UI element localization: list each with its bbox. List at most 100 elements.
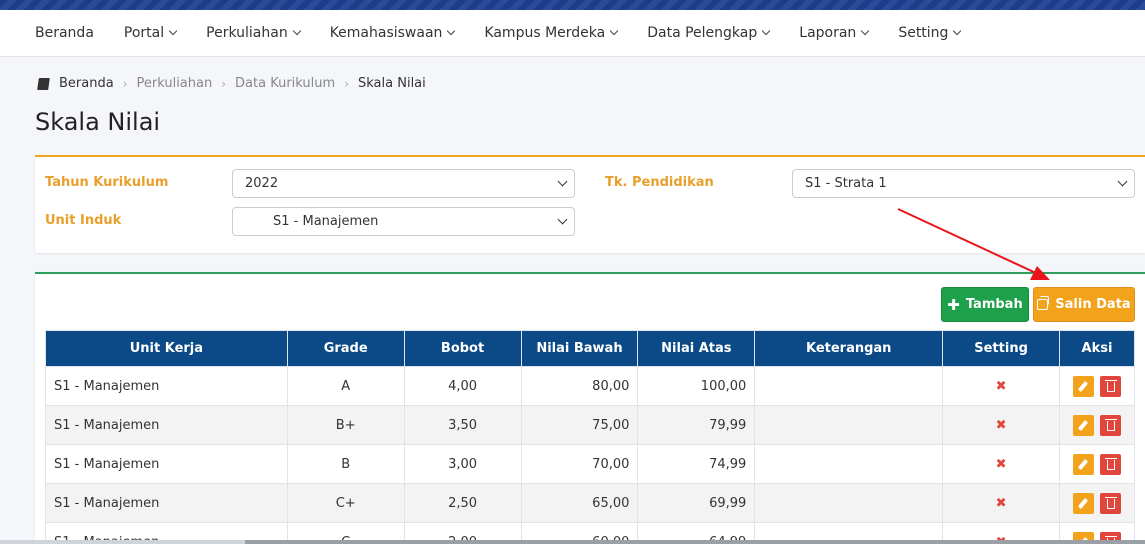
cell-keterangan [754,483,944,523]
skala-nilai-table: Unit Kerja Grade Bobot Nilai Bawah Nilai… [45,330,1135,544]
table-row: S1 - Manajemen B 3,00 70,00 74,99 ✖ [45,444,1135,484]
x-mark-icon[interactable]: ✖ [996,457,1007,472]
breadcrumb-perkuliahan[interactable]: Perkuliahan [137,76,213,91]
table-card: ✚ Tambah Salin Data Unit Kerja Grade Bob… [35,272,1145,544]
cell-unit-kerja: S1 - Manajemen [45,405,288,445]
chevron-down-icon [557,176,568,187]
x-mark-icon[interactable]: ✖ [996,379,1007,394]
table-row: S1 - Manajemen B+ 3,50 75,00 79,99 ✖ [45,405,1135,445]
unit-induk-label: Unit Induk [45,213,122,228]
edit-button[interactable] [1072,492,1094,514]
edit-button[interactable] [1072,375,1094,397]
nav-kemahasiswaan[interactable]: Kemahasiswaan [330,25,456,41]
chevron-down-icon [1117,176,1128,187]
chevron-down-icon [168,26,178,36]
cell-aksi [1059,366,1135,406]
tahun-kurikulum-select[interactable]: 2022 [232,169,575,198]
page-title: Skala Nilai [35,108,161,136]
pencil-icon [1077,380,1089,392]
horizontal-scrollbar[interactable] [0,540,1145,544]
cell-setting: ✖ [942,483,1061,523]
cell-nilai-bawah: 80,00 [520,366,639,406]
table-header-row: Unit Kerja Grade Bobot Nilai Bawah Nilai… [45,330,1135,367]
chevron-down-icon [609,26,619,36]
cell-aksi [1059,483,1135,523]
column-header-aksi: Aksi [1059,330,1135,367]
filter-card: Tahun Kurikulum 2022 Tk. Pendidikan S1 -… [35,155,1145,253]
cell-unit-kerja: S1 - Manajemen [45,483,288,523]
cell-aksi [1059,405,1135,445]
pencil-icon [1077,497,1089,509]
chevron-down-icon [953,26,962,36]
breadcrumb-separator: › [122,76,128,91]
chevron-down-icon [557,214,568,225]
edit-button[interactable] [1072,453,1094,475]
cell-nilai-bawah: 70,00 [520,444,639,484]
breadcrumb-beranda[interactable]: Beranda [59,76,114,91]
delete-button[interactable] [1100,375,1122,397]
breadcrumb-data-kurikulum[interactable]: Data Kurikulum [235,76,335,91]
delete-button[interactable] [1100,414,1122,436]
cell-aksi [1059,444,1135,484]
column-header-keterangan[interactable]: Keterangan [754,330,944,367]
salin-data-button[interactable]: Salin Data [1033,287,1135,322]
delete-button[interactable] [1100,453,1122,475]
nav-laporan[interactable]: Laporan [799,25,870,41]
cell-grade: B+ [286,405,405,445]
column-header-grade[interactable]: Grade [286,330,405,367]
scrollbar-thumb[interactable] [245,540,1145,544]
chevron-down-icon [861,26,870,36]
table-row: S1 - Manajemen C+ 2,50 65,00 69,99 ✖ [45,483,1135,523]
cell-keterangan [754,444,944,484]
copy-icon [1037,296,1050,310]
edit-button[interactable] [1072,414,1094,436]
cell-nilai-bawah: 75,00 [520,405,639,445]
cell-setting: ✖ [942,405,1061,445]
trash-icon [1105,496,1118,509]
column-header-nilai-atas[interactable]: Nilai Atas [637,330,756,367]
breadcrumb-current: Skala Nilai [358,76,426,91]
plus-icon: ✚ [947,295,960,314]
column-header-unit-kerja[interactable]: Unit Kerja [45,330,288,367]
nav-data-pelengkap[interactable]: Data Pelengkap [647,25,771,41]
cell-keterangan [754,405,944,445]
table-row: S1 - Manajemen A 4,00 80,00 100,00 ✖ [45,366,1135,406]
x-mark-icon[interactable]: ✖ [996,418,1007,433]
cell-nilai-atas: 69,99 [637,483,756,523]
breadcrumb-separator: › [221,76,227,91]
cell-unit-kerja: S1 - Manajemen [45,366,288,406]
nav-kampus-merdeka[interactable]: Kampus Merdeka [484,25,619,41]
tk-pendidikan-select[interactable]: S1 - Strata 1 [792,169,1135,198]
cell-keterangan [754,366,944,406]
tahun-kurikulum-label: Tahun Kurikulum [45,175,169,190]
cell-bobot: 3,50 [403,405,522,445]
nav-perkuliahan[interactable]: Perkuliahan [206,25,301,41]
cell-nilai-atas: 74,99 [637,444,756,484]
unit-induk-select[interactable]: S1 - Manajemen [232,207,575,236]
breadcrumb: Beranda › Perkuliahan › Data Kurikulum ›… [37,76,426,91]
chevron-down-icon [292,26,301,36]
cell-bobot: 3,00 [403,444,522,484]
column-header-nilai-bawah[interactable]: Nilai Bawah [520,330,639,367]
cell-grade: C+ [286,483,405,523]
cell-setting: ✖ [942,366,1061,406]
nav-beranda[interactable]: Beranda [35,25,94,41]
cell-nilai-atas: 100,00 [637,366,756,406]
trash-icon [1105,457,1118,470]
chevron-down-icon [447,26,456,36]
nav-portal[interactable]: Portal [124,25,178,41]
trash-icon [1105,379,1118,392]
cell-bobot: 4,00 [403,366,522,406]
cell-grade: A [286,366,405,406]
cell-bobot: 2,50 [403,483,522,523]
main-navbar: Beranda Portal Perkuliahan Kemahasiswaan… [0,10,1145,57]
column-header-setting[interactable]: Setting [942,330,1061,367]
tambah-button[interactable]: ✚ Tambah [941,287,1029,322]
delete-button[interactable] [1100,492,1122,514]
pencil-icon [1077,458,1089,470]
cell-setting: ✖ [942,444,1061,484]
pencil-icon [1077,419,1089,431]
nav-setting[interactable]: Setting [898,25,962,41]
column-header-bobot[interactable]: Bobot [403,330,522,367]
x-mark-icon[interactable]: ✖ [996,496,1007,511]
